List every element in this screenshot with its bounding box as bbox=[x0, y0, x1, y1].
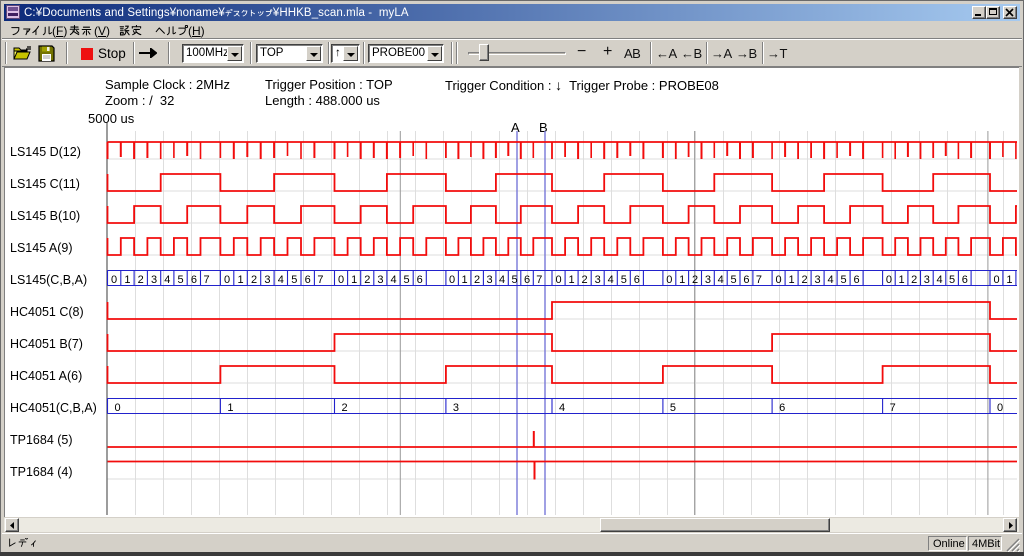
svg-text:5: 5 bbox=[841, 274, 847, 286]
svg-text:2: 2 bbox=[911, 274, 917, 286]
svg-text:4: 4 bbox=[828, 274, 834, 286]
svg-text:2: 2 bbox=[474, 274, 480, 286]
svg-text:2: 2 bbox=[251, 274, 257, 286]
svg-text:2: 2 bbox=[138, 274, 144, 286]
svg-text:6: 6 bbox=[634, 274, 640, 286]
svg-text:6: 6 bbox=[305, 274, 311, 286]
svg-text:7: 7 bbox=[203, 274, 209, 286]
svg-text:1: 1 bbox=[462, 274, 468, 286]
svg-text:1: 1 bbox=[227, 402, 233, 414]
svg-text:5: 5 bbox=[731, 274, 737, 286]
svg-text:2: 2 bbox=[802, 274, 808, 286]
svg-text:5: 5 bbox=[621, 274, 627, 286]
svg-text:3: 3 bbox=[595, 274, 601, 286]
svg-text:0: 0 bbox=[555, 274, 561, 286]
svg-text:3: 3 bbox=[264, 274, 270, 286]
svg-text:6: 6 bbox=[962, 274, 968, 286]
svg-text:1: 1 bbox=[789, 274, 795, 286]
svg-text:2: 2 bbox=[364, 274, 370, 286]
svg-text:1: 1 bbox=[679, 274, 685, 286]
svg-text:6: 6 bbox=[524, 274, 530, 286]
svg-text:5: 5 bbox=[291, 274, 297, 286]
svg-text:1: 1 bbox=[237, 274, 243, 286]
svg-text:2: 2 bbox=[342, 402, 348, 414]
svg-text:4: 4 bbox=[499, 274, 505, 286]
svg-text:0: 0 bbox=[666, 274, 672, 286]
svg-text:7: 7 bbox=[536, 274, 542, 286]
svg-text:0: 0 bbox=[111, 274, 117, 286]
svg-text:0: 0 bbox=[115, 402, 121, 414]
svg-text:0: 0 bbox=[338, 274, 344, 286]
svg-text:3: 3 bbox=[453, 402, 459, 414]
svg-text:5: 5 bbox=[949, 274, 955, 286]
svg-text:2: 2 bbox=[582, 274, 588, 286]
svg-text:0: 0 bbox=[776, 274, 782, 286]
svg-text:3: 3 bbox=[924, 274, 930, 286]
svg-text:4: 4 bbox=[390, 274, 396, 286]
svg-text:7: 7 bbox=[756, 274, 762, 286]
svg-text:7: 7 bbox=[890, 402, 896, 414]
svg-text:4: 4 bbox=[559, 402, 565, 414]
svg-text:1: 1 bbox=[899, 274, 905, 286]
svg-text:5: 5 bbox=[512, 274, 518, 286]
svg-text:2: 2 bbox=[692, 274, 698, 286]
svg-text:4: 4 bbox=[608, 274, 614, 286]
svg-text:3: 3 bbox=[377, 274, 383, 286]
svg-text:6: 6 bbox=[743, 274, 749, 286]
svg-text:6: 6 bbox=[191, 274, 197, 286]
svg-text:5: 5 bbox=[670, 402, 676, 414]
svg-text:4: 4 bbox=[936, 274, 942, 286]
svg-text:0: 0 bbox=[886, 274, 892, 286]
svg-text:0: 0 bbox=[449, 274, 455, 286]
svg-text:3: 3 bbox=[151, 274, 157, 286]
svg-text:4: 4 bbox=[164, 274, 170, 286]
svg-text:5: 5 bbox=[178, 274, 184, 286]
svg-text:6: 6 bbox=[779, 402, 785, 414]
svg-text:5: 5 bbox=[404, 274, 410, 286]
svg-text:3: 3 bbox=[487, 274, 493, 286]
svg-text:1: 1 bbox=[351, 274, 357, 286]
svg-text:4: 4 bbox=[718, 274, 724, 286]
svg-text:7: 7 bbox=[317, 274, 323, 286]
svg-text:6: 6 bbox=[417, 274, 423, 286]
svg-text:1: 1 bbox=[124, 274, 130, 286]
svg-text:6: 6 bbox=[854, 274, 860, 286]
svg-text:1: 1 bbox=[1006, 274, 1012, 286]
svg-text:3: 3 bbox=[705, 274, 711, 286]
svg-text:1: 1 bbox=[569, 274, 575, 286]
svg-text:3: 3 bbox=[815, 274, 821, 286]
svg-text:0: 0 bbox=[993, 274, 999, 286]
svg-text:4: 4 bbox=[278, 274, 284, 286]
svg-text:0: 0 bbox=[224, 274, 230, 286]
svg-text:0: 0 bbox=[997, 402, 1003, 414]
